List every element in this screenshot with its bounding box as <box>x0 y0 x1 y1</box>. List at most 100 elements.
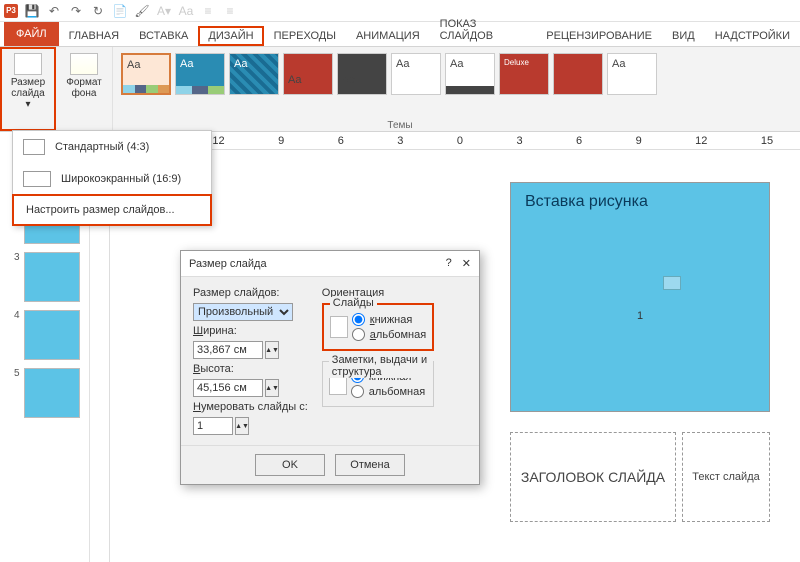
theme-item[interactable]: Aa <box>337 53 387 95</box>
format-background-button[interactable]: Формат фона <box>62 51 106 101</box>
dialog-left-column: Размер слайдов: Произвольный Ширина: ▲▼ … <box>193 287 308 435</box>
ruler-tick: 9 <box>636 135 642 147</box>
tab-home[interactable]: ГЛАВНАЯ <box>59 26 129 46</box>
help-icon[interactable]: ? <box>446 257 452 270</box>
format-background-icon <box>70 53 98 75</box>
save-icon[interactable]: 💾 <box>24 3 40 19</box>
tab-insert[interactable]: ВСТАВКА <box>129 26 198 46</box>
notes-orientation-group: Заметки, выдачи и структура книжная альб… <box>322 361 434 407</box>
notes-landscape-radio[interactable] <box>351 385 364 398</box>
dropdown-custom-size[interactable]: Настроить размер слайдов... <box>12 194 212 226</box>
slides-landscape-radio[interactable] <box>352 328 365 341</box>
thumbnail-number: 3 <box>10 252 20 263</box>
numlist-icon[interactable]: ≡ <box>222 3 238 19</box>
tab-design[interactable]: ДИЗАЙН <box>198 26 263 46</box>
notes-legend: Заметки, выдачи и структура <box>329 354 433 378</box>
theme-item[interactable]: Aa <box>283 53 333 95</box>
dropdown-standard-label: Стандартный (4:3) <box>55 141 149 153</box>
dropdown-standard[interactable]: Стандартный (4:3) <box>13 131 211 163</box>
theme-item[interactable]: Aa <box>121 53 171 95</box>
number-from-label: Нумеровать слайды с: <box>193 401 308 413</box>
picture-placeholder-icon[interactable] <box>663 276 681 290</box>
ribbon: Размер слайда ▾ Формат фона Aa Aa Aa Aa … <box>0 46 800 132</box>
notes-text-placeholder[interactable]: Текст слайда <box>682 432 770 522</box>
copy-icon[interactable]: 📄 <box>112 3 128 19</box>
redo-icon[interactable]: ↷ <box>68 3 84 19</box>
slide-thumbnail[interactable] <box>24 252 80 302</box>
height-spinner[interactable]: ▲▼ <box>265 379 279 397</box>
theme-item[interactable] <box>553 53 603 95</box>
slide-size-dropdown: Стандартный (4:3) Широкоэкранный (16:9) … <box>12 130 212 226</box>
number-from-input[interactable] <box>193 417 233 435</box>
ruler-tick: 15 <box>761 135 773 147</box>
thumbnail-wrap: 5 <box>10 368 80 418</box>
undo-icon[interactable]: ↶ <box>46 3 62 19</box>
font-inc-icon[interactable]: Aa <box>178 3 194 19</box>
page-portrait-icon <box>330 316 348 338</box>
theme-item[interactable]: Aa <box>607 53 657 95</box>
slides-portrait-label: книжная <box>370 314 413 326</box>
notes-title-placeholder[interactable]: ЗАГОЛОВОК СЛАЙДА <box>510 432 676 522</box>
theme-item[interactable]: Aa <box>445 53 495 95</box>
group-slide-size: Размер слайда ▾ <box>0 47 56 131</box>
slides-portrait-radio[interactable] <box>352 313 365 326</box>
slide-title-placeholder[interactable]: Вставка рисунка <box>511 183 769 221</box>
notes-landscape-label: альбомная <box>369 386 425 398</box>
tab-view[interactable]: ВИД <box>662 26 705 46</box>
notes-area: ЗАГОЛОВОК СЛАЙДА Текст слайда <box>510 432 770 522</box>
close-icon[interactable]: ✕ <box>462 257 471 270</box>
theme-item[interactable]: Aa <box>175 53 225 95</box>
ruler-tick: 3 <box>516 135 522 147</box>
dialog-right-column: Ориентация Слайды книжная альбомная Заме… <box>322 287 434 435</box>
thumbnail-wrap: 4 <box>10 310 80 360</box>
height-label: Высота: <box>193 363 308 375</box>
slide-content[interactable]: 1 <box>511 221 769 411</box>
slide-size-dialog: Размер слайда ?✕ Размер слайдов: Произво… <box>180 250 480 485</box>
width-spinner[interactable]: ▲▼ <box>265 341 279 359</box>
slide-thumbnail[interactable] <box>24 310 80 360</box>
repeat-icon[interactable]: ↻ <box>90 3 106 19</box>
width-label: Ширина: <box>193 325 308 337</box>
list-icon[interactable]: ≡ <box>200 3 216 19</box>
slide-thumbnail[interactable] <box>24 368 80 418</box>
tab-addins[interactable]: НАДСТРОЙКИ <box>705 26 800 46</box>
ok-button[interactable]: OK <box>255 454 325 476</box>
powerpoint-icon: P3 <box>4 4 18 18</box>
slides-landscape-label: альбомная <box>370 329 426 341</box>
ribbon-tabs: ФАЙЛ ГЛАВНАЯ ВСТАВКА ДИЗАЙН ПЕРЕХОДЫ АНИ… <box>0 22 800 46</box>
slide-size-icon <box>14 53 42 75</box>
theme-item[interactable]: Aa <box>391 53 441 95</box>
tab-file[interactable]: ФАЙЛ <box>4 22 59 46</box>
tab-review[interactable]: РЕЦЕНЗИРОВАНИЕ <box>536 26 662 46</box>
dropdown-widescreen[interactable]: Широкоэкранный (16:9) <box>13 163 211 195</box>
format-background-label: Формат фона <box>64 77 104 99</box>
themes-group-label: Темы <box>387 120 412 131</box>
width-input[interactable] <box>193 341 263 359</box>
current-slide[interactable]: Вставка рисунка 1 <box>510 182 770 412</box>
group-background: Формат фона <box>56 47 113 131</box>
quick-access-toolbar: P3 💾 ↶ ↷ ↻ 📄 🖌 A▾ Aa ≡ ≡ <box>0 0 800 22</box>
ruler-tick: 6 <box>338 135 344 147</box>
slide-size-button[interactable]: Размер слайда ▾ <box>6 51 50 112</box>
dialog-titlebar: Размер слайда ?✕ <box>181 251 479 277</box>
size-combo[interactable]: Произвольный <box>193 303 293 321</box>
ratio-16-9-icon <box>23 171 51 187</box>
tab-slideshow[interactable]: ПОКАЗ СЛАЙДОВ <box>430 14 537 46</box>
slides-orientation-group: Слайды книжная альбомная <box>322 303 434 351</box>
slide-size-label: Размер слайда ▾ <box>8 77 48 110</box>
number-spinner[interactable]: ▲▼ <box>235 417 249 435</box>
dropdown-custom-label: Настроить размер слайдов... <box>24 204 175 216</box>
ruler-tick: 9 <box>278 135 284 147</box>
ruler-horizontal: 151296303691215 <box>120 132 800 150</box>
theme-item[interactable]: Deluxe <box>499 53 549 95</box>
dropdown-widescreen-label: Широкоэкранный (16:9) <box>61 173 181 185</box>
tab-transitions[interactable]: ПЕРЕХОДЫ <box>264 26 346 46</box>
brush-icon[interactable]: 🖌 <box>134 3 150 19</box>
thumbnail-wrap: 3 <box>10 252 80 302</box>
thumbnail-number: 5 <box>10 368 20 379</box>
cancel-button[interactable]: Отмена <box>335 454 405 476</box>
tab-animation[interactable]: АНИМАЦИЯ <box>346 26 430 46</box>
theme-item[interactable]: Aa <box>229 53 279 95</box>
font-dec-icon[interactable]: A▾ <box>156 3 172 19</box>
height-input[interactable] <box>193 379 263 397</box>
